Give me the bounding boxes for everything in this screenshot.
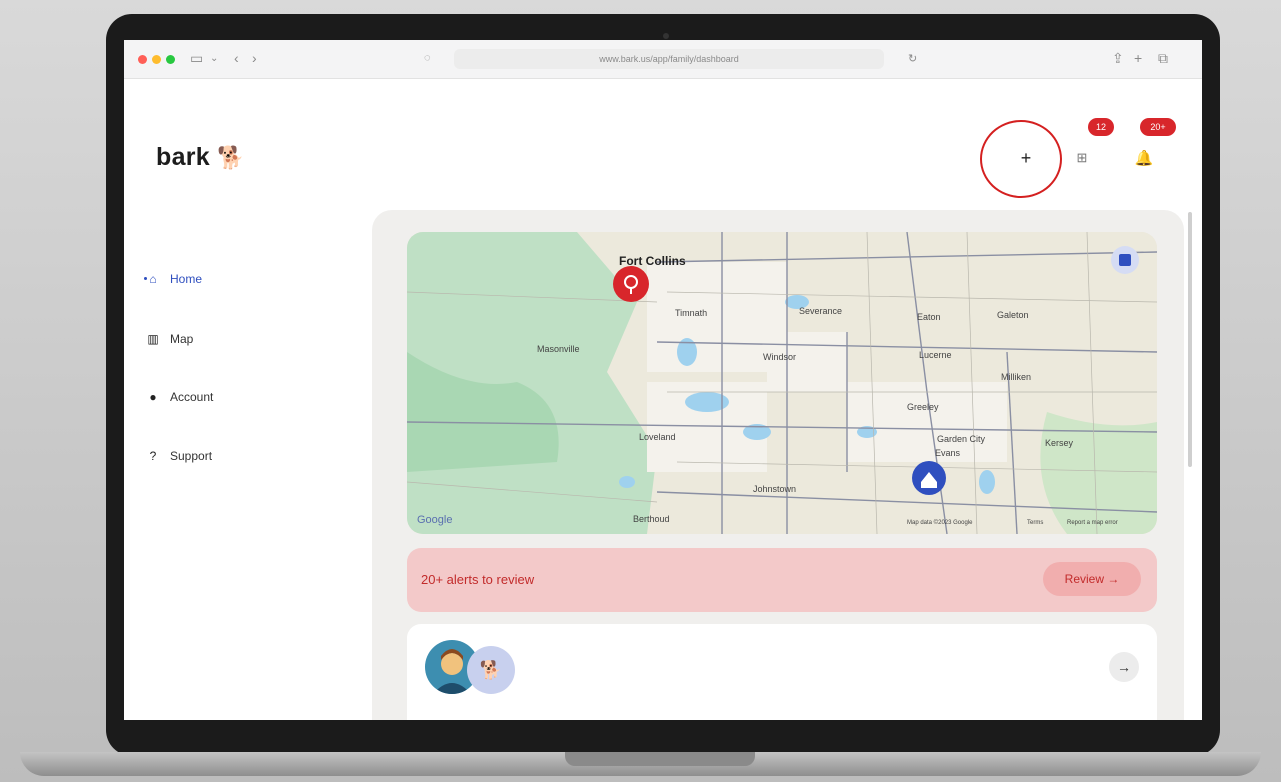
chevron-down-icon[interactable]: ⌄ bbox=[210, 53, 218, 64]
sidebar-item-support[interactable]: ? Support bbox=[146, 441, 346, 471]
sidebar-toggle-icon[interactable]: ▭ bbox=[190, 50, 203, 67]
map-label: Garden City bbox=[937, 434, 986, 444]
sidebar-item-map[interactable]: ▥ Map bbox=[146, 324, 346, 354]
close-window-button[interactable] bbox=[138, 55, 147, 64]
maximize-window-button[interactable] bbox=[166, 55, 175, 64]
map-label: Berthoud bbox=[633, 514, 670, 524]
sidebar-item-home[interactable]: ⌂ Home bbox=[146, 264, 346, 294]
dog-logo-icon: 🐕 bbox=[217, 145, 245, 170]
sidebar-item-label: Account bbox=[170, 390, 214, 404]
map-label: Windsor bbox=[763, 352, 797, 362]
grid-icon: ⊞ bbox=[1076, 150, 1088, 165]
map-label: Eaton bbox=[917, 312, 941, 322]
reload-icon[interactable]: ↻ bbox=[908, 52, 917, 65]
notifications-button[interactable]: 🔔 bbox=[1126, 140, 1162, 176]
bell-icon: 🔔 bbox=[1134, 150, 1154, 167]
home-icon: ⌂ bbox=[149, 272, 157, 286]
share-icon[interactable]: ⇪ bbox=[1112, 50, 1124, 67]
map-label: Masonville bbox=[537, 344, 580, 354]
back-icon[interactable]: ‹ bbox=[234, 50, 239, 66]
notifications-badge: 20+ bbox=[1140, 118, 1176, 136]
tab-overview-icon[interactable]: ⧉ bbox=[1158, 50, 1168, 67]
alerts-banner: 20+ alerts to review Review → bbox=[407, 548, 1157, 612]
child-location-pin[interactable] bbox=[613, 266, 649, 302]
map-label: Greeley bbox=[907, 402, 939, 412]
map-label: Evans bbox=[935, 448, 961, 458]
open-card-button[interactable]: → bbox=[1109, 652, 1139, 682]
review-button[interactable]: Review → bbox=[1043, 562, 1141, 596]
shield-icon[interactable]: ◌ bbox=[424, 52, 431, 64]
map-expand-button[interactable] bbox=[1111, 246, 1139, 274]
forward-icon[interactable]: › bbox=[252, 50, 257, 66]
sidebar-item-label: Map bbox=[170, 332, 194, 346]
dog-logo-icon: 🐕 bbox=[479, 659, 503, 680]
grid-badge: 12 bbox=[1088, 118, 1114, 136]
sidebar-item-label: Home bbox=[170, 272, 203, 286]
apps-grid-button[interactable]: ⊞ bbox=[1064, 140, 1100, 176]
location-map[interactable]: Fort Collins Timnath Severance Eaton Gal… bbox=[407, 232, 1157, 534]
sidebar-item-label: Support bbox=[170, 449, 213, 463]
brand-name: bark bbox=[156, 143, 211, 171]
map-report-link[interactable]: Report a map error bbox=[1067, 520, 1118, 526]
google-logo: Google bbox=[417, 514, 453, 526]
camera bbox=[663, 33, 669, 39]
minimize-window-button[interactable] bbox=[152, 55, 161, 64]
map-label: Kersey bbox=[1045, 438, 1074, 448]
help-icon: ? bbox=[149, 449, 157, 463]
brand-logo[interactable]: bark 🐕 bbox=[156, 143, 245, 172]
map-label: Fort Collins bbox=[619, 254, 686, 268]
map-label: Milliken bbox=[1001, 372, 1032, 382]
laptop-notch bbox=[565, 752, 755, 766]
bark-avatar: 🐕 bbox=[467, 646, 515, 694]
map-label: Lucerne bbox=[919, 350, 952, 360]
alerts-text: 20+ alerts to review bbox=[421, 572, 535, 587]
map-label: Timnath bbox=[675, 308, 708, 318]
map-label: Johnstown bbox=[753, 484, 797, 494]
map-icon: ▥ bbox=[147, 332, 159, 346]
address-bar[interactable]: www.bark.us/app/family/dashboard bbox=[454, 49, 884, 69]
new-tab-icon[interactable]: + bbox=[1134, 50, 1142, 66]
map-label: Loveland bbox=[639, 432, 676, 442]
map-terms-link[interactable]: Terms bbox=[1027, 520, 1043, 526]
highlight-circle bbox=[980, 120, 1062, 198]
map-attribution: Map data ©2023 Google bbox=[907, 520, 973, 526]
screen: ▭ ⌄ ‹ › ◌ www.bark.us/app/family/dashboa… bbox=[124, 40, 1202, 720]
child-card[interactable]: 🐕 → bbox=[407, 624, 1157, 720]
browser-toolbar: ▭ ⌄ ‹ › ◌ www.bark.us/app/family/dashboa… bbox=[124, 40, 1202, 79]
map-label: Severance bbox=[799, 306, 843, 316]
map-label: Galeton bbox=[997, 310, 1029, 320]
person-icon: ● bbox=[149, 390, 157, 404]
scrollbar[interactable] bbox=[1188, 212, 1192, 467]
sidebar-item-account[interactable]: ● Account bbox=[146, 382, 346, 412]
home-location-pin[interactable] bbox=[912, 461, 946, 495]
